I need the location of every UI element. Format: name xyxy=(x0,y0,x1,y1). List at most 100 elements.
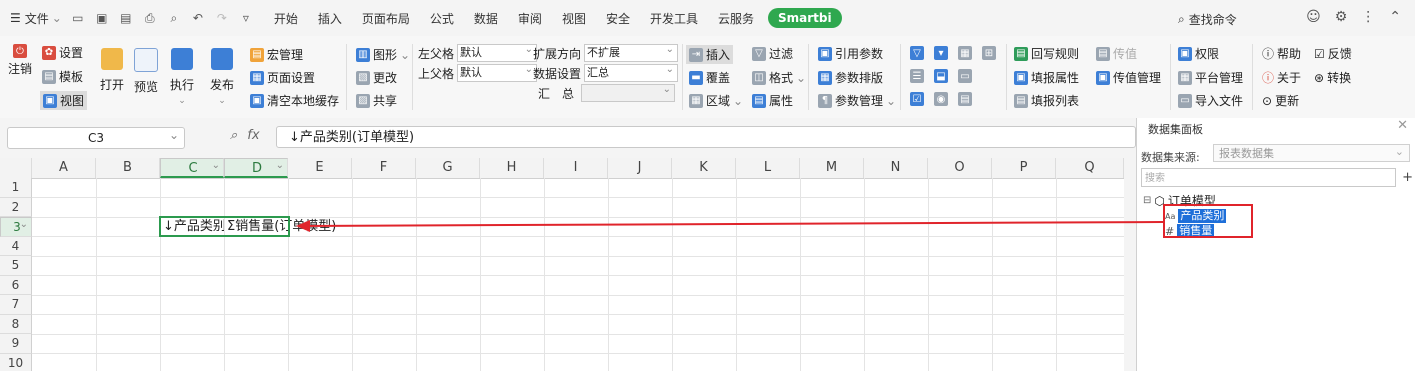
checkbox-control-icon[interactable]: ☑ xyxy=(910,92,924,106)
col-header-a[interactable]: A xyxy=(32,158,96,178)
redo-icon[interactable]: ↷ xyxy=(214,10,230,26)
close-icon[interactable]: ✕ xyxy=(1397,118,1408,133)
logout-button[interactable]: ⏻ 注销 xyxy=(8,44,32,77)
data-setting-select[interactable]: 汇总 xyxy=(584,62,679,82)
settings-button[interactable]: ✿ 设置 xyxy=(42,44,83,61)
param-mgmt-button[interactable]: ¶ 参数管理 ⌄ xyxy=(818,92,896,109)
search-command[interactable]: ⌕ 查找命令 xyxy=(1178,11,1237,28)
customize-icon[interactable]: ▿ xyxy=(238,10,254,26)
formula-input[interactable]: ↓产品类别(订单模型) xyxy=(276,126,1136,148)
format-button[interactable]: ◫ 格式 ⌄ xyxy=(752,69,806,86)
export-icon[interactable]: ▤ xyxy=(118,10,134,26)
fill-attr-button[interactable]: ▣ 填报属性 xyxy=(1014,69,1079,86)
view-button[interactable]: ▣ 视图 xyxy=(40,91,88,110)
row-header-7[interactable]: 7 xyxy=(0,295,32,315)
textarea-control-icon[interactable]: ▤ xyxy=(958,92,972,106)
col-header-k[interactable]: K xyxy=(672,158,736,178)
tab-page-layout[interactable]: 页面布局 xyxy=(352,10,420,27)
col-header-g[interactable]: G xyxy=(416,158,480,178)
tab-review[interactable]: 审阅 xyxy=(508,10,552,27)
col-header-m[interactable]: M xyxy=(800,158,864,178)
convert-button[interactable]: ⊛ 转换 xyxy=(1314,69,1351,86)
fx-icon[interactable]: fx xyxy=(247,128,259,143)
collapse-icon[interactable]: ⌃ xyxy=(1389,9,1401,25)
pass-value-button[interactable]: ▤ 传值 xyxy=(1096,45,1137,62)
col-header-f[interactable]: F xyxy=(352,158,416,178)
row-header-6[interactable]: 6 xyxy=(0,275,32,295)
col-header-l[interactable]: L xyxy=(736,158,800,178)
col-header-c[interactable]: C xyxy=(160,158,224,178)
row-header-8[interactable]: 8 xyxy=(0,314,32,334)
top-parent-select[interactable]: 默认 xyxy=(457,62,538,82)
import-file-button[interactable]: ▭ 导入文件 xyxy=(1178,92,1243,109)
tab-insert[interactable]: 插入 xyxy=(308,10,352,27)
summary-select[interactable] xyxy=(581,82,676,102)
help-button[interactable]: ⓘ 帮助 xyxy=(1262,45,1301,62)
graph-button[interactable]: ▥ 图形 ⌄ xyxy=(356,46,410,63)
row-header-3[interactable]: 3 xyxy=(0,215,32,237)
macro-button[interactable]: ▤ 宏管理 xyxy=(250,46,303,63)
update-button[interactable]: ⊙ 更新 xyxy=(1262,92,1299,109)
col-header-d[interactable]: D xyxy=(224,158,288,178)
emoji-icon[interactable]: ☺ xyxy=(1306,9,1321,25)
add-icon[interactable]: + xyxy=(1402,170,1413,185)
tab-view[interactable]: 视图 xyxy=(552,10,596,27)
open-button[interactable]: 打开 xyxy=(100,48,124,93)
area-button[interactable]: ▦ 区域 ⌄ xyxy=(689,92,743,109)
date-control-icon[interactable]: ▦ xyxy=(958,46,972,60)
col-header-p[interactable]: P xyxy=(992,158,1056,178)
col-header-e[interactable]: E xyxy=(288,158,352,178)
row-header-9[interactable]: 9 xyxy=(0,334,32,354)
combo-control-icon[interactable]: ▽ xyxy=(910,46,924,60)
spreadsheet-grid[interactable]: A B C D E F G H I J K L M N O P Q 1 2 3 … xyxy=(0,158,1124,371)
zoom-icon[interactable]: ⌕ xyxy=(230,128,237,143)
col-header-j[interactable]: J xyxy=(608,158,672,178)
tab-data[interactable]: 数据 xyxy=(464,10,508,27)
attribute-button[interactable]: ▤ 属性 xyxy=(752,92,793,109)
tree-control-icon[interactable]: ⬓ xyxy=(934,69,948,83)
tab-security[interactable]: 安全 xyxy=(596,10,640,27)
tab-developer[interactable]: 开发工具 xyxy=(640,10,708,27)
platform-mgmt-button[interactable]: ▦ 平台管理 xyxy=(1178,69,1243,86)
open-folder-icon[interactable]: ▭ xyxy=(70,10,86,26)
source-select[interactable]: 报表数据集 xyxy=(1213,143,1410,162)
col-header-b[interactable]: B xyxy=(96,158,160,178)
row-header-5[interactable]: 5 xyxy=(0,256,32,276)
share-button[interactable]: ▨ 共享 xyxy=(356,92,397,109)
feedback-button[interactable]: ☑ 反馈 xyxy=(1314,45,1352,62)
number-control-icon[interactable]: ⊞ xyxy=(982,46,996,60)
undo-icon[interactable]: ↶ xyxy=(190,10,206,26)
param-layout-button[interactable]: ▦ 参数排版 xyxy=(818,69,883,86)
filter-button[interactable]: ▽ 过滤 xyxy=(752,45,793,62)
overwrite-button[interactable]: ▬ 覆盖 xyxy=(689,69,730,86)
col-header-o[interactable]: O xyxy=(928,158,992,178)
change-button[interactable]: ▧ 更改 xyxy=(356,69,397,86)
about-button[interactable]: ⓘ 关于 xyxy=(1262,69,1301,86)
dropdown-control-icon[interactable]: ▾ xyxy=(934,46,948,60)
tab-smartbi[interactable]: Smartbi xyxy=(768,8,842,28)
permission-button[interactable]: ▣ 权限 xyxy=(1178,45,1219,62)
execute-button[interactable]: 执行 ⌄ xyxy=(170,48,194,106)
row-header-4[interactable]: 4 xyxy=(0,236,32,256)
radio-control-icon[interactable]: ◉ xyxy=(934,92,948,106)
ref-param-button[interactable]: ▣ 引用参数 xyxy=(818,45,883,62)
file-menu[interactable]: ☰ 文件 ⌄ xyxy=(10,10,62,27)
fill-list-button[interactable]: ▤ 填报列表 xyxy=(1014,92,1079,109)
dataset-search-input[interactable]: 搜索 xyxy=(1141,168,1396,187)
left-parent-select[interactable]: 默认 xyxy=(457,42,538,62)
row-header-1[interactable]: 1 xyxy=(0,178,32,198)
writeback-rules-button[interactable]: ▤ 回写规则 xyxy=(1014,45,1079,62)
print-preview-icon[interactable]: ⌕ xyxy=(166,10,182,26)
name-box[interactable]: C3 xyxy=(7,125,185,149)
clear-cache-button[interactable]: ▣ 清空本地缓存 xyxy=(250,92,339,109)
collapse-node-icon[interactable]: ⊟ xyxy=(1143,195,1151,206)
more-icon[interactable]: ⋮ xyxy=(1361,9,1375,25)
pass-value-mgmt-button[interactable]: ▣ 传值管理 xyxy=(1096,69,1161,86)
page-setup-button[interactable]: ▦ 页面设置 xyxy=(250,69,315,86)
select-all-corner[interactable] xyxy=(0,158,32,178)
col-header-q[interactable]: Q xyxy=(1056,158,1124,178)
list-control-icon[interactable]: ☰ xyxy=(910,69,924,83)
gear-icon[interactable]: ⚙ xyxy=(1335,9,1348,25)
save-icon[interactable]: ▣ xyxy=(94,10,110,26)
insert-button[interactable]: ⇥ 插入 xyxy=(686,45,734,64)
